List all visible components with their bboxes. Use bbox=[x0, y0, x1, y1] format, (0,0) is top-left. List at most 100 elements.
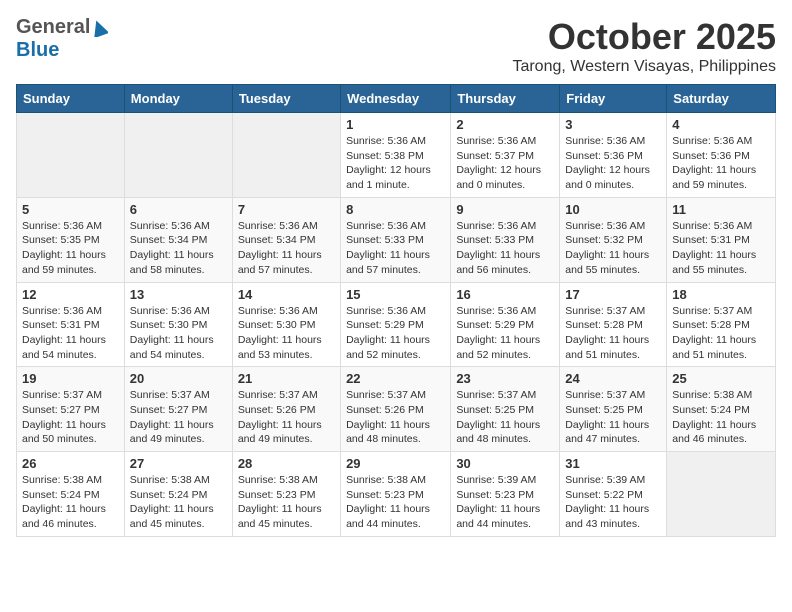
calendar-cell: 17Sunrise: 5:37 AMSunset: 5:28 PMDayligh… bbox=[560, 282, 667, 367]
calendar-cell: 3 Sunrise: 5:36 AMSunset: 5:36 PMDaylight… bbox=[560, 113, 667, 198]
weekday-header-monday: Monday bbox=[124, 85, 232, 113]
day-info: Sunrise: 5:37 AMSunset: 5:27 PMDaylight:… bbox=[130, 388, 227, 447]
calendar-cell: 4Sunrise: 5:36 AMSunset: 5:36 PMDaylight… bbox=[667, 113, 776, 198]
day-info: Sunrise: 5:36 AMSunset: 5:29 PMDaylight:… bbox=[456, 304, 554, 363]
calendar-cell: 20 Sunrise: 5:37 AMSunset: 5:27 PMDayligh… bbox=[124, 367, 232, 452]
day-number: 30 bbox=[456, 456, 554, 471]
day-info: Sunrise: 5:37 AMSunset: 5:28 PMDaylight:… bbox=[565, 304, 661, 363]
day-number: 13 bbox=[130, 287, 227, 302]
calendar-cell: 18 Sunrise: 5:37 AMSunset: 5:28 PMDayligh… bbox=[667, 282, 776, 367]
week-row-4: 19 Sunrise: 5:37 AMSunset: 5:27 PMDayligh… bbox=[17, 367, 776, 452]
day-number: 27 bbox=[130, 456, 227, 471]
calendar-cell bbox=[667, 452, 776, 537]
calendar: SundayMondayTuesdayWednesdayThursdayFrid… bbox=[16, 84, 776, 537]
day-number: 20 bbox=[130, 371, 227, 386]
weekday-header-tuesday: Tuesday bbox=[232, 85, 340, 113]
day-info: Sunrise: 5:38 AMSunset: 5:23 PMDaylight:… bbox=[238, 473, 335, 532]
day-info: Sunrise: 5:38 AMSunset: 5:24 PMDaylight:… bbox=[22, 473, 119, 532]
logo-general: General bbox=[16, 16, 90, 39]
day-number: 18 bbox=[672, 287, 770, 302]
day-number: 16 bbox=[456, 287, 554, 302]
day-number: 19 bbox=[22, 371, 119, 386]
calendar-cell: 1Sunrise: 5:36 AMSunset: 5:38 PMDaylight… bbox=[341, 113, 451, 198]
weekday-header-row: SundayMondayTuesdayWednesdayThursdayFrid… bbox=[17, 85, 776, 113]
day-info: Sunrise: 5:37 AMSunset: 5:27 PMDaylight:… bbox=[22, 388, 119, 447]
day-number: 23 bbox=[456, 371, 554, 386]
day-info: Sunrise: 5:36 AMSunset: 5:37 PMDaylight:… bbox=[456, 134, 554, 193]
day-info: Sunrise: 5:36 AMSunset: 5:29 PMDaylight:… bbox=[346, 304, 445, 363]
day-number: 11 bbox=[672, 202, 770, 217]
day-number: 7 bbox=[238, 202, 335, 217]
day-info: Sunrise: 5:36 AMSunset: 5:38 PMDaylight:… bbox=[346, 134, 445, 193]
day-info: Sunrise: 5:38 AMSunset: 5:24 PMDaylight:… bbox=[672, 388, 770, 447]
calendar-cell: 15 Sunrise: 5:36 AMSunset: 5:29 PMDayligh… bbox=[341, 282, 451, 367]
calendar-cell: 8Sunrise: 5:36 AMSunset: 5:33 PMDaylight… bbox=[341, 197, 451, 282]
day-info: Sunrise: 5:38 AMSunset: 5:23 PMDaylight:… bbox=[346, 473, 445, 532]
day-info: Sunrise: 5:37 AMSunset: 5:26 PMDaylight:… bbox=[346, 388, 445, 447]
day-info: Sunrise: 5:36 AMSunset: 5:35 PMDaylight:… bbox=[22, 219, 119, 278]
calendar-cell: 23Sunrise: 5:37 AMSunset: 5:25 PMDayligh… bbox=[451, 367, 560, 452]
logo: General Blue bbox=[16, 16, 108, 62]
day-info: Sunrise: 5:39 AMSunset: 5:22 PMDaylight:… bbox=[565, 473, 661, 532]
day-info: Sunrise: 5:36 AMSunset: 5:31 PMDaylight:… bbox=[22, 304, 119, 363]
calendar-cell: 7 Sunrise: 5:36 AMSunset: 5:34 PMDaylight… bbox=[232, 197, 340, 282]
calendar-cell: 30 Sunrise: 5:39 AMSunset: 5:23 PMDayligh… bbox=[451, 452, 560, 537]
day-number: 29 bbox=[346, 456, 445, 471]
calendar-cell: 29 Sunrise: 5:38 AMSunset: 5:23 PMDayligh… bbox=[341, 452, 451, 537]
day-info: Sunrise: 5:37 AMSunset: 5:25 PMDaylight:… bbox=[565, 388, 661, 447]
day-number: 5 bbox=[22, 202, 119, 217]
day-info: Sunrise: 5:36 AMSunset: 5:34 PMDaylight:… bbox=[238, 219, 335, 278]
day-number: 14 bbox=[238, 287, 335, 302]
day-number: 6 bbox=[130, 202, 227, 217]
week-row-5: 26 Sunrise: 5:38 AMSunset: 5:24 PMDayligh… bbox=[17, 452, 776, 537]
day-number: 24 bbox=[565, 371, 661, 386]
calendar-cell: 12 Sunrise: 5:36 AMSunset: 5:31 PMDayligh… bbox=[17, 282, 125, 367]
calendar-cell: 5 Sunrise: 5:36 AMSunset: 5:35 PMDaylight… bbox=[17, 197, 125, 282]
weekday-header-saturday: Saturday bbox=[667, 85, 776, 113]
day-info: Sunrise: 5:37 AMSunset: 5:28 PMDaylight:… bbox=[672, 304, 770, 363]
header: General Blue October 2025 Tarong, Wester… bbox=[16, 16, 776, 76]
day-number: 22 bbox=[346, 371, 445, 386]
weekday-header-sunday: Sunday bbox=[17, 85, 125, 113]
day-number: 21 bbox=[238, 371, 335, 386]
calendar-cell: 13 Sunrise: 5:36 AMSunset: 5:30 PMDayligh… bbox=[124, 282, 232, 367]
day-info: Sunrise: 5:36 AMSunset: 5:31 PMDaylight:… bbox=[672, 219, 770, 278]
calendar-cell: 26 Sunrise: 5:38 AMSunset: 5:24 PMDayligh… bbox=[17, 452, 125, 537]
calendar-cell: 22 Sunrise: 5:37 AMSunset: 5:26 PMDayligh… bbox=[341, 367, 451, 452]
calendar-cell: 31Sunrise: 5:39 AMSunset: 5:22 PMDayligh… bbox=[560, 452, 667, 537]
day-info: Sunrise: 5:36 AMSunset: 5:30 PMDaylight:… bbox=[238, 304, 335, 363]
calendar-cell: 21 Sunrise: 5:37 AMSunset: 5:26 PMDayligh… bbox=[232, 367, 340, 452]
week-row-2: 5 Sunrise: 5:36 AMSunset: 5:35 PMDaylight… bbox=[17, 197, 776, 282]
day-info: Sunrise: 5:36 AMSunset: 5:33 PMDaylight:… bbox=[346, 219, 445, 278]
day-number: 10 bbox=[565, 202, 661, 217]
calendar-cell: 24 Sunrise: 5:37 AMSunset: 5:25 PMDayligh… bbox=[560, 367, 667, 452]
day-info: Sunrise: 5:38 AMSunset: 5:24 PMDaylight:… bbox=[130, 473, 227, 532]
weekday-header-friday: Friday bbox=[560, 85, 667, 113]
location-title: Tarong, Western Visayas, Philippines bbox=[512, 58, 776, 76]
logo-blue: Blue bbox=[16, 39, 59, 61]
weekday-header-thursday: Thursday bbox=[451, 85, 560, 113]
day-info: Sunrise: 5:36 AMSunset: 5:32 PMDaylight:… bbox=[565, 219, 661, 278]
weekday-header-wednesday: Wednesday bbox=[341, 85, 451, 113]
week-row-1: 1Sunrise: 5:36 AMSunset: 5:38 PMDaylight… bbox=[17, 113, 776, 198]
day-number: 25 bbox=[672, 371, 770, 386]
day-info: Sunrise: 5:37 AMSunset: 5:26 PMDaylight:… bbox=[238, 388, 335, 447]
day-info: Sunrise: 5:36 AMSunset: 5:34 PMDaylight:… bbox=[130, 219, 227, 278]
day-info: Sunrise: 5:39 AMSunset: 5:23 PMDaylight:… bbox=[456, 473, 554, 532]
day-number: 12 bbox=[22, 287, 119, 302]
day-number: 15 bbox=[346, 287, 445, 302]
day-number: 4 bbox=[672, 117, 770, 132]
calendar-cell bbox=[17, 113, 125, 198]
logo-icon bbox=[90, 19, 108, 37]
day-number: 26 bbox=[22, 456, 119, 471]
calendar-cell: 10 Sunrise: 5:36 AMSunset: 5:32 PMDayligh… bbox=[560, 197, 667, 282]
week-row-3: 12 Sunrise: 5:36 AMSunset: 5:31 PMDayligh… bbox=[17, 282, 776, 367]
calendar-cell: 2Sunrise: 5:36 AMSunset: 5:37 PMDaylight… bbox=[451, 113, 560, 198]
day-info: Sunrise: 5:36 AMSunset: 5:30 PMDaylight:… bbox=[130, 304, 227, 363]
day-number: 9 bbox=[456, 202, 554, 217]
calendar-cell: 25 Sunrise: 5:38 AMSunset: 5:24 PMDayligh… bbox=[667, 367, 776, 452]
calendar-cell: 14 Sunrise: 5:36 AMSunset: 5:30 PMDayligh… bbox=[232, 282, 340, 367]
day-number: 3 bbox=[565, 117, 661, 132]
day-info: Sunrise: 5:36 AMSunset: 5:36 PMDaylight:… bbox=[565, 134, 661, 193]
calendar-cell: 27 Sunrise: 5:38 AMSunset: 5:24 PMDayligh… bbox=[124, 452, 232, 537]
